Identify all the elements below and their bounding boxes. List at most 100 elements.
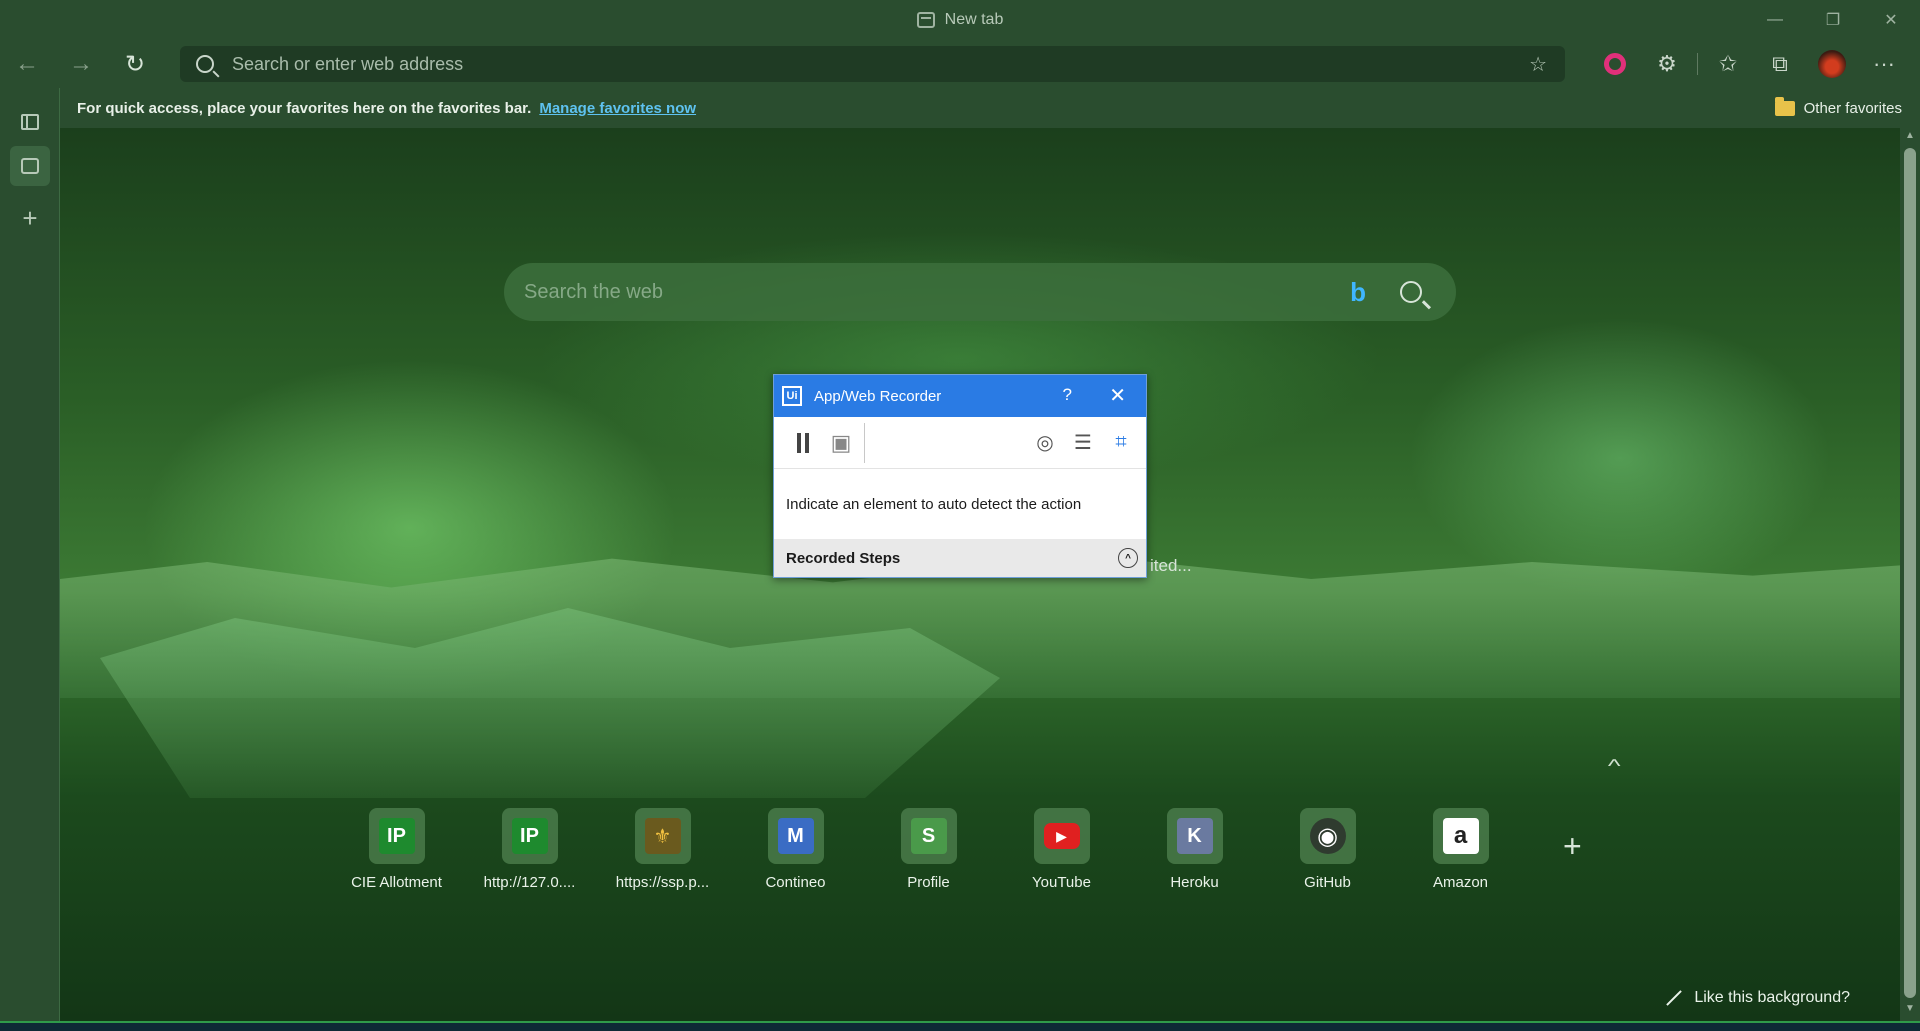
web-search-box[interactable]: Search the web b [504, 263, 1456, 321]
profile-button[interactable] [1806, 44, 1858, 84]
screen-icon: ⌗ [1115, 430, 1127, 453]
sidebar-tab-new-tab[interactable] [10, 146, 50, 186]
site-label: http://127.0.... [483, 874, 576, 891]
list-icon: ☰ [1074, 431, 1092, 454]
other-favorites-label: Other favorites [1803, 99, 1902, 117]
restore-button[interactable]: ❐ [1804, 0, 1862, 40]
like-background-button[interactable]: Like this background? [1666, 989, 1850, 1007]
close-button[interactable]: ✕ [1862, 0, 1920, 40]
tab-actions-button[interactable] [10, 102, 50, 142]
address-bar[interactable]: Search or enter web address ☆ [180, 46, 1565, 82]
top-site[interactable]: IP http://127.0.... [463, 808, 596, 891]
collections-icon[interactable]: ⧉ [1754, 44, 1806, 84]
site-tile: IP [368, 808, 425, 864]
top-site[interactable]: ◉ GitHub [1261, 808, 1394, 891]
top-site[interactable]: M Contineo [729, 808, 862, 891]
pause-icon [797, 432, 809, 453]
recorder-title-bar[interactable]: Ui App/Web Recorder ? ✕ [774, 375, 1146, 417]
save-button[interactable]: ▣ [822, 426, 860, 460]
top-site[interactable]: IP CIE Allotment [330, 808, 463, 891]
new-tab-icon [916, 12, 935, 28]
tab-title: New tab [944, 11, 1004, 28]
github-icon: ◉ [1309, 818, 1346, 854]
folder-icon [1774, 96, 1795, 116]
site-label: Heroku [1170, 874, 1219, 891]
toolbar-actions: ⚙ ✩ ⧉ ··· [1589, 40, 1920, 88]
record-icon [1604, 53, 1626, 75]
more-options-icon[interactable]: ··· [1858, 44, 1910, 84]
recorder-extension-button[interactable] [1589, 44, 1641, 84]
window-controls: — ❐ ✕ [1746, 0, 1920, 40]
address-placeholder: Search or enter web address [232, 53, 464, 74]
save-icon: ▣ [830, 429, 852, 455]
search-icon[interactable] [1400, 281, 1422, 303]
site-tile: a [1432, 808, 1489, 864]
recorder-title: App/Web Recorder [814, 387, 942, 405]
top-site[interactable]: S Profile [862, 808, 995, 891]
site-tile: ◉ [1299, 808, 1356, 864]
site-favicon-icon: IP [511, 818, 548, 854]
scroll-thumb[interactable] [1904, 148, 1916, 998]
forward-button[interactable]: → [54, 44, 108, 84]
toolbar-divider [864, 422, 865, 463]
add-site-button[interactable]: + [1563, 828, 1582, 865]
web-search-placeholder: Search the web [524, 280, 663, 303]
top-site[interactable]: K Heroku [1128, 808, 1261, 891]
active-tab[interactable]: New tab [916, 11, 1004, 29]
minimize-button[interactable]: — [1746, 0, 1804, 40]
browser-toolbar: ← → ↻ Search or enter web address ☆ ⚙ ✩ … [0, 40, 1920, 88]
back-button[interactable]: ← [0, 44, 54, 84]
scroll-down-icon[interactable]: ▼ [1900, 1003, 1920, 1019]
top-sites: IP CIE Allotment IP http://127.0.... ⚜ h… [330, 808, 1527, 891]
site-tile: S [900, 808, 957, 864]
other-favorites-button[interactable]: Other favorites [1774, 96, 1902, 117]
help-icon[interactable]: ? [1063, 385, 1072, 405]
scroll-up-icon[interactable]: ▲ [1900, 130, 1920, 146]
recorder-options: ◎ ☰ ⌗ [1026, 425, 1140, 459]
chevron-up-icon[interactable]: ^ [1118, 548, 1138, 568]
steps-list-button[interactable]: ☰ [1064, 425, 1102, 459]
favorites-icon[interactable]: ✩ [1702, 44, 1754, 84]
vertical-tabs-sidebar: + [0, 88, 60, 1023]
toolbar-divider [1697, 53, 1698, 75]
close-icon[interactable]: ✕ [1109, 383, 1126, 408]
uipath-logo-icon: Ui [782, 386, 802, 406]
recorded-steps-header[interactable]: Recorded Steps ^ [774, 539, 1146, 577]
add-favorite-icon[interactable]: ☆ [1529, 52, 1547, 77]
screen-scan-button[interactable]: ⌗ [1102, 425, 1140, 459]
site-tile: IP [501, 808, 558, 864]
site-tile: K [1166, 808, 1223, 864]
favorites-bar: For quick access, place your favorites h… [60, 88, 1920, 128]
target-icon: ◎ [1036, 431, 1054, 454]
bing-icon[interactable]: b [1350, 277, 1366, 308]
extensions-icon[interactable]: ⚙ [1641, 44, 1693, 84]
site-tile: ▶ [1033, 808, 1090, 864]
tab-actions-icon [21, 114, 39, 130]
refresh-button[interactable]: ↻ [108, 44, 162, 84]
auto-detect-button[interactable]: ◎ [1026, 425, 1064, 459]
pause-button[interactable] [784, 426, 822, 460]
site-tile: ⚜ [634, 808, 691, 864]
new-tab-icon [21, 158, 39, 174]
taskbar-edge [0, 1021, 1920, 1031]
top-site[interactable]: ⚜ https://ssp.p... [596, 808, 729, 891]
recorded-steps-label: Recorded Steps [786, 549, 901, 567]
top-site[interactable]: ▶ YouTube [995, 808, 1128, 891]
site-favicon-icon: M [777, 818, 814, 854]
vertical-scrollbar[interactable]: ▲ ▼ [1900, 128, 1920, 1021]
top-site[interactable]: a Amazon [1394, 808, 1527, 891]
site-label: Amazon [1432, 874, 1489, 891]
site-favicon-icon: S [910, 818, 947, 854]
favorites-bar-message: For quick access, place your favorites h… [77, 99, 532, 117]
app-web-recorder-dialog: Ui App/Web Recorder ? ✕ ▣ ◎ ☰ ⌗ Indicate… [773, 374, 1147, 578]
chevron-up-icon[interactable]: ^ [1608, 756, 1621, 777]
manage-favorites-link[interactable]: Manage favorites now [539, 100, 696, 117]
site-favicon-icon: ⚜ [644, 818, 681, 854]
site-label: https://ssp.p... [615, 874, 710, 891]
site-label: Profile [907, 874, 950, 891]
like-background-label: Like this background? [1694, 989, 1850, 1006]
recorder-toolbar: ▣ ◎ ☰ ⌗ [774, 417, 1146, 469]
site-label: CIE Allotment [351, 874, 442, 891]
youtube-icon: ▶ [1043, 823, 1080, 849]
add-tab-button[interactable]: + [10, 198, 50, 238]
